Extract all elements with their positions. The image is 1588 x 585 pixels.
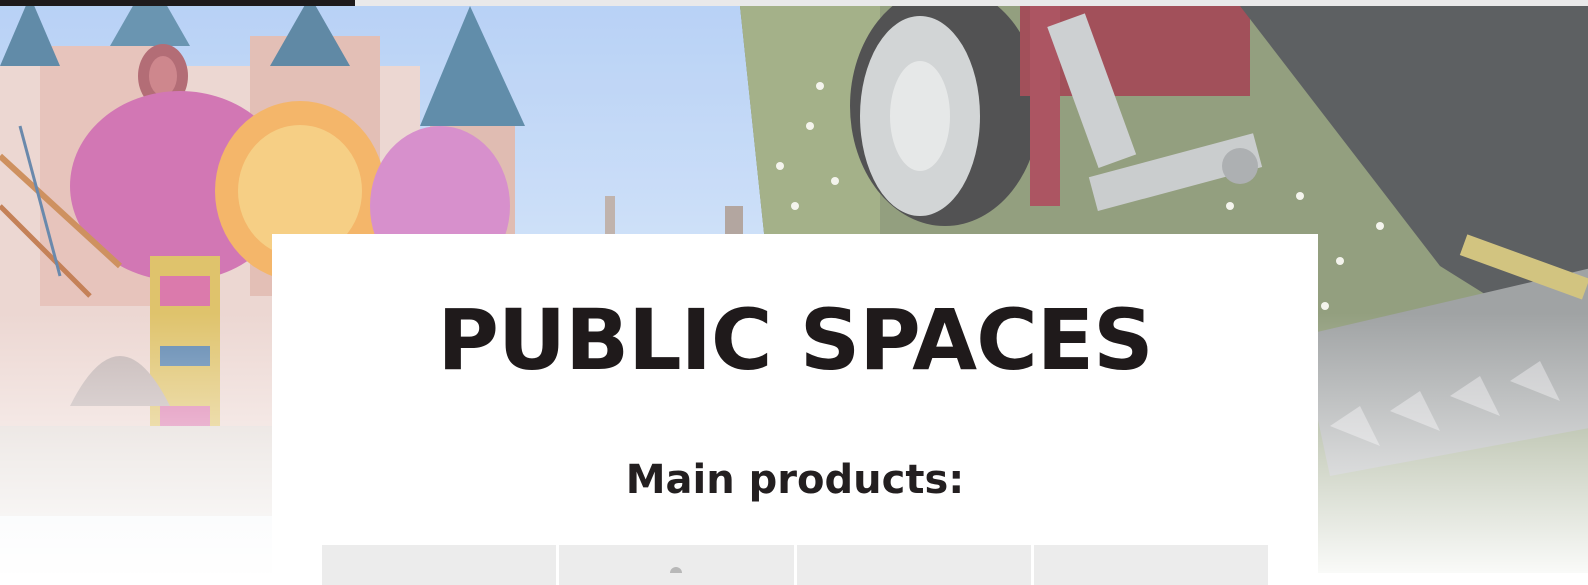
- product-tile[interactable]: [796, 545, 1031, 585]
- product-tile[interactable]: [322, 545, 557, 585]
- product-icon: [670, 567, 683, 573]
- page-title: PUBLIC SPACES: [437, 291, 1153, 389]
- section-subtitle: Main products:: [625, 457, 965, 503]
- products-row: [322, 545, 1268, 585]
- product-tile[interactable]: [559, 545, 794, 585]
- product-tile[interactable]: [1033, 545, 1268, 585]
- content-card: PUBLIC SPACES Main products:: [272, 234, 1318, 585]
